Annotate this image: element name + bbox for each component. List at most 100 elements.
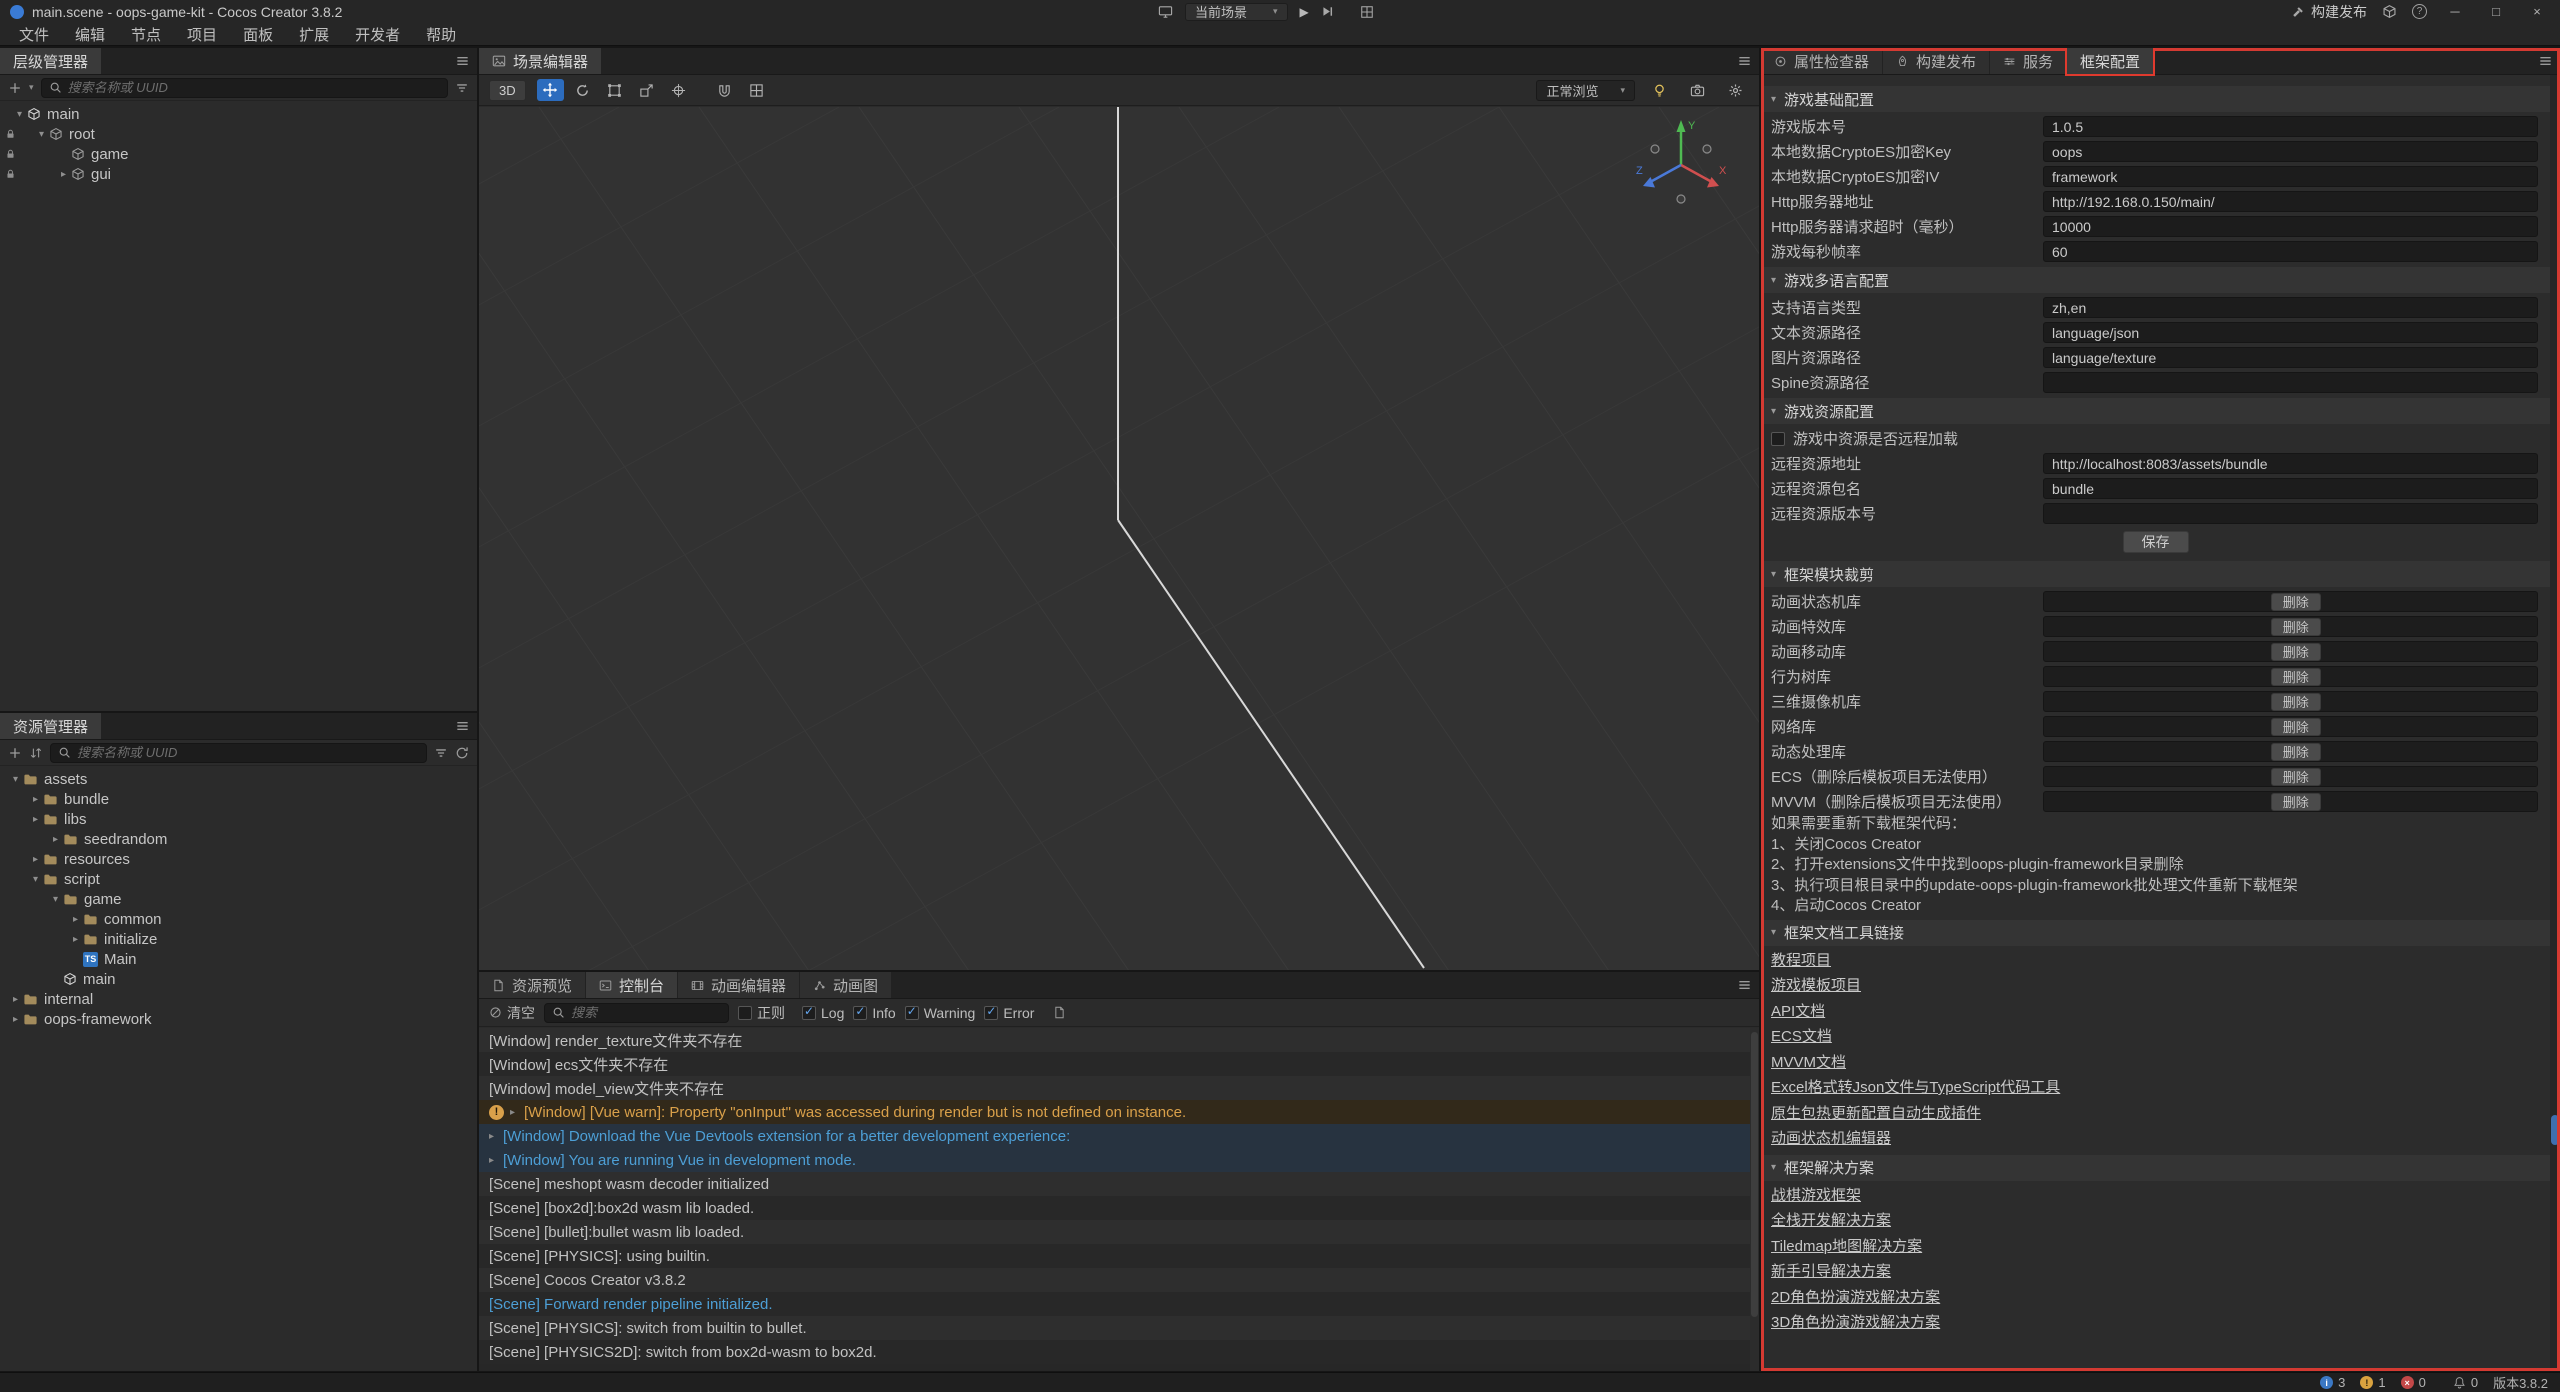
package-icon[interactable] <box>2382 4 2397 19</box>
delete-module-button[interactable]: 删除 <box>2271 793 2321 811</box>
asset-node-initialize[interactable]: ▸ initialize <box>0 929 477 949</box>
log-row[interactable]: [Scene] [PHYSICS2D]: switch from box2d-w… <box>479 1340 1759 1364</box>
field-input[interactable]: http://192.168.0.150/main/ <box>2043 191 2538 212</box>
camera-settings-icon[interactable] <box>1684 79 1711 101</box>
expand-arrow-icon[interactable]: ▸ <box>48 834 63 845</box>
expand-arrow-icon[interactable]: ▸ <box>510 1107 524 1118</box>
log-row-info[interactable]: [Scene] Forward render pipeline initiali… <box>479 1292 1759 1316</box>
delete-module-button[interactable]: 删除 <box>2271 643 2321 661</box>
expand-arrow-icon[interactable]: ▾ <box>28 874 43 885</box>
tab-console[interactable]: 控制台 <box>586 972 677 998</box>
expand-arrow-icon[interactable]: ▸ <box>56 169 71 180</box>
scene-viewport[interactable]: Y X Z <box>479 107 1759 970</box>
asset-node-game[interactable]: ▾ game <box>0 889 477 909</box>
hierarchy-node-gui[interactable]: ▸ gui <box>0 164 477 184</box>
log-row-info[interactable]: ▸ [Window] You are running Vue in develo… <box>479 1148 1759 1172</box>
filter-info[interactable]: Info <box>853 1005 895 1021</box>
tab-scene-editor[interactable]: 场景编辑器 <box>479 48 601 74</box>
asset-node-seedrandom[interactable]: ▸ seedrandom <box>0 829 477 849</box>
build-publish-button[interactable]: 构建发布 <box>2291 2 2367 22</box>
checkbox[interactable] <box>853 1006 867 1020</box>
status-info-counter[interactable]: i 3 <box>2320 1375 2345 1390</box>
debug-tools-button[interactable] <box>1360 5 1374 19</box>
link-excel-to-json-tool[interactable]: Excel格式转Json文件与TypeScript代码工具 <box>1761 1075 2550 1101</box>
hierarchy-node-main[interactable]: ▾ main <box>0 104 477 124</box>
delete-module-button[interactable]: 删除 <box>2271 718 2321 736</box>
hierarchy-search-input[interactable] <box>68 80 440 95</box>
projection-mode-button[interactable]: 3D <box>489 80 526 101</box>
filter-log[interactable]: Log <box>802 1005 844 1021</box>
help-icon[interactable]: ? <box>2412 4 2427 19</box>
field-input[interactable]: bundle <box>2043 478 2538 499</box>
inspector-scrollbar[interactable] <box>2550 75 2560 1371</box>
tab-service[interactable]: 服务 <box>1990 48 2066 74</box>
section-game-resources[interactable]: ▾ 游戏资源配置 <box>1761 398 2550 424</box>
menu-node[interactable]: 节点 <box>118 23 174 45</box>
link-3d-rpg-solution[interactable]: 3D角色扮演游戏解决方案 <box>1761 1310 2550 1336</box>
tab-property-inspector[interactable]: 属性检查器 <box>1761 48 1882 74</box>
create-asset-button[interactable] <box>8 746 22 760</box>
scale-tool-button[interactable] <box>633 79 660 101</box>
expand-arrow-icon[interactable]: ▾ <box>48 894 63 905</box>
link-2d-rpg-solution[interactable]: 2D角色扮演游戏解决方案 <box>1761 1285 2550 1311</box>
hierarchy-node-game[interactable]: game <box>0 144 477 164</box>
move-tool-button[interactable] <box>537 79 564 101</box>
log-row[interactable]: [Scene] [box2d]:box2d wasm lib loaded. <box>479 1196 1759 1220</box>
log-row[interactable]: [Scene] [PHYSICS]: using builtin. <box>479 1244 1759 1268</box>
panel-menu-icon[interactable] <box>2538 54 2553 69</box>
delete-module-button[interactable]: 删除 <box>2271 593 2321 611</box>
log-row[interactable]: [Window] ecs文件夹不存在 <box>479 1052 1759 1076</box>
field-input[interactable]: language/texture <box>2043 347 2538 368</box>
assets-search-input[interactable] <box>77 745 419 760</box>
expand-arrow-icon[interactable]: ▸ <box>68 914 83 925</box>
filter-warning[interactable]: Warning <box>905 1005 976 1021</box>
lock-icon[interactable] <box>5 129 16 140</box>
grid-toggle-button[interactable] <box>743 79 770 101</box>
field-input[interactable]: 1.0.5 <box>2043 116 2538 137</box>
delete-module-button[interactable]: 删除 <box>2271 693 2321 711</box>
link-fullstack-solution[interactable]: 全栈开发解决方案 <box>1761 1208 2550 1234</box>
asset-node-main-scene[interactable]: main <box>0 969 477 989</box>
asset-node-common[interactable]: ▸ common <box>0 909 477 929</box>
log-row[interactable]: [Window] model_view文件夹不存在 <box>479 1076 1759 1100</box>
status-error-counter[interactable]: × 0 <box>2401 1375 2426 1390</box>
menu-extension[interactable]: 扩展 <box>286 23 342 45</box>
panel-menu-icon[interactable] <box>455 719 470 734</box>
anchor-tool-button[interactable] <box>665 79 692 101</box>
asset-node-internal[interactable]: ▸ internal <box>0 989 477 1009</box>
field-input[interactable]: http://localhost:8083/assets/bundle <box>2043 453 2538 474</box>
asset-node-resources[interactable]: ▸ resources <box>0 849 477 869</box>
asset-node-main-ts[interactable]: TS Main <box>0 949 477 969</box>
open-log-file-icon[interactable] <box>1053 1006 1066 1019</box>
expand-arrow-icon[interactable]: ▸ <box>489 1131 503 1142</box>
log-row[interactable]: [Scene] meshopt wasm decoder initialized <box>479 1172 1759 1196</box>
delete-module-button[interactable]: 删除 <box>2271 768 2321 786</box>
filter-icon[interactable] <box>434 746 448 760</box>
asset-node-script[interactable]: ▾ script <box>0 869 477 889</box>
asset-node-assets[interactable]: ▾ assets <box>0 769 477 789</box>
expand-arrow-icon[interactable]: ▸ <box>28 814 43 825</box>
expand-arrow-icon[interactable]: ▸ <box>68 934 83 945</box>
log-row[interactable]: [Window] render_texture文件夹不存在 <box>479 1028 1759 1052</box>
expand-arrow-icon[interactable]: ▸ <box>489 1155 503 1166</box>
orientation-gizmo[interactable]: Y X Z <box>1631 113 1731 213</box>
panel-menu-icon[interactable] <box>1737 54 1752 69</box>
remote-load-checkbox[interactable] <box>1771 432 1785 446</box>
field-input[interactable]: 10000 <box>2043 216 2538 237</box>
status-task-counter[interactable]: 0 <box>2453 1375 2478 1390</box>
link-guide-solution[interactable]: 新手引导解决方案 <box>1761 1259 2550 1285</box>
expand-arrow-icon[interactable]: ▾ <box>12 109 27 120</box>
lock-icon[interactable] <box>5 149 16 160</box>
filter-error[interactable]: Error <box>984 1005 1034 1021</box>
step-frame-button[interactable] <box>1321 5 1334 18</box>
field-input[interactable]: language/json <box>2043 322 2538 343</box>
field-input[interactable] <box>2043 503 2538 524</box>
log-row-info[interactable]: ▸ [Window] Download the Vue Devtools ext… <box>479 1124 1759 1148</box>
log-row-warning[interactable]: ! ▸ [Window] [Vue warn]: Property "onInp… <box>479 1100 1759 1124</box>
refresh-icon[interactable] <box>455 746 469 760</box>
menu-project[interactable]: 项目 <box>174 23 230 45</box>
section-solutions[interactable]: ▾ 框架解决方案 <box>1761 1155 2550 1181</box>
scrollbar-thumb[interactable] <box>1751 1032 1758 1317</box>
rect-tool-button[interactable] <box>601 79 628 101</box>
section-game-basic-config[interactable]: ▾ 游戏基础配置 <box>1761 86 2550 112</box>
